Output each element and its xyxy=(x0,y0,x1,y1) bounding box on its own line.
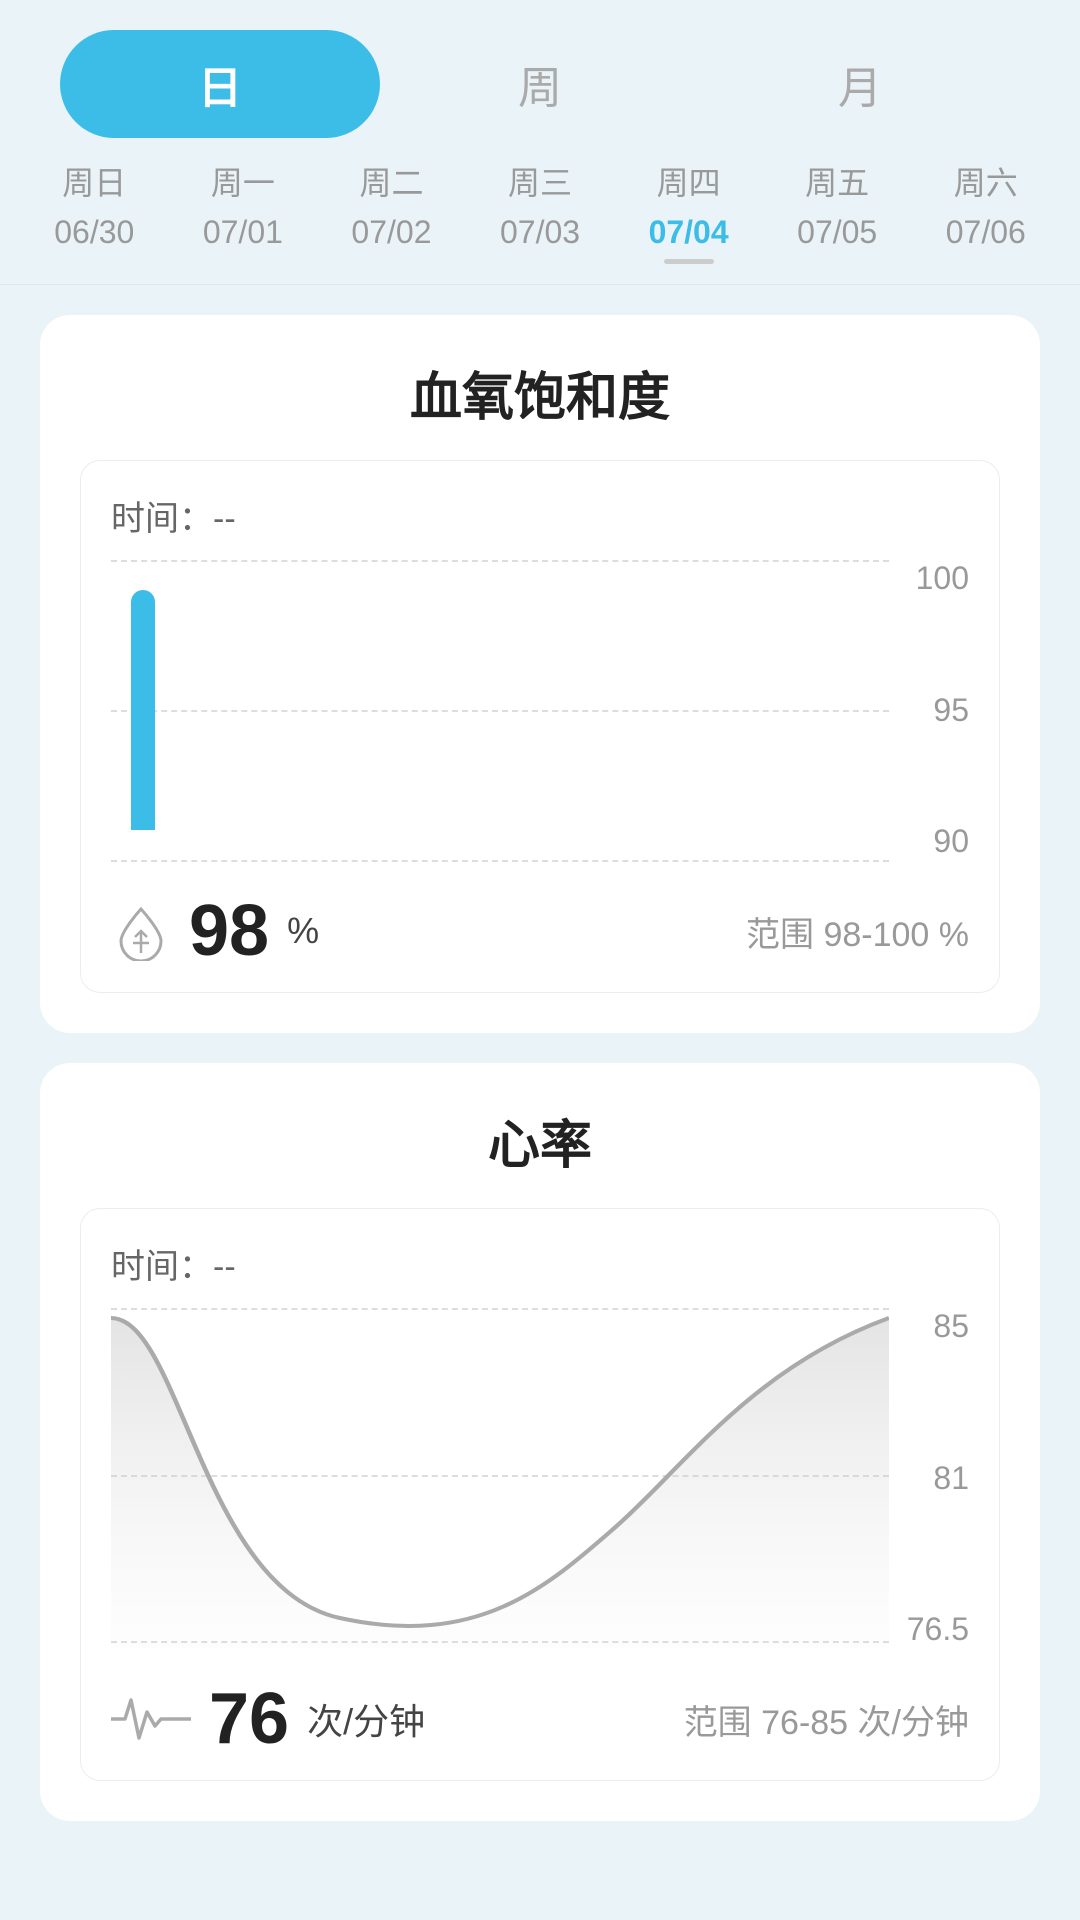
hr-y-765: 76.5 xyxy=(907,1611,969,1648)
hr-card: 心率 时间：-- xyxy=(40,1063,1040,1821)
date-0703[interactable]: 07/03 xyxy=(466,214,615,264)
spo2-y-90: 90 xyxy=(933,823,969,860)
hr-chart-inner xyxy=(111,1308,889,1648)
date-0704[interactable]: 07/04 xyxy=(614,214,763,264)
spo2-hline-100 xyxy=(111,560,889,562)
spo2-section: 血氧饱和度 时间：-- 100 95 90 xyxy=(20,315,1060,1033)
weekday-wed: 周三 xyxy=(466,158,615,204)
hr-y-85: 85 xyxy=(933,1308,969,1345)
spo2-y-100: 100 xyxy=(916,560,969,597)
spo2-icon xyxy=(111,901,171,961)
hr-y-labels: 85 81 76.5 xyxy=(899,1308,969,1648)
weekday-mon: 周一 xyxy=(169,158,318,204)
date-0706[interactable]: 07/06 xyxy=(911,214,1060,264)
spo2-chart-card: 时间：-- 100 95 90 xyxy=(80,460,1000,993)
hr-chart-area: 85 81 76.5 xyxy=(111,1308,969,1648)
spo2-footer-left: 98 % xyxy=(111,890,319,972)
spo2-value: 98 xyxy=(189,890,269,972)
weekday-tue: 周二 xyxy=(317,158,466,204)
date-0630[interactable]: 06/30 xyxy=(20,214,169,264)
hr-time-label: 时间：-- xyxy=(111,1239,969,1288)
week-header: 周日 周一 周二 周三 周四 周五 周六 xyxy=(0,148,1080,208)
date-0705[interactable]: 07/05 xyxy=(763,214,912,264)
spo2-hline-95 xyxy=(111,710,889,712)
hr-footer: 76 次/分钟 范围 76-85 次/分钟 xyxy=(111,1668,969,1760)
spo2-hline-90 xyxy=(111,860,889,862)
spo2-card: 血氧饱和度 时间：-- 100 95 90 xyxy=(40,315,1040,1033)
date-header: 06/30 07/01 07/02 07/03 07/04 07/05 07/0… xyxy=(0,208,1080,285)
weekday-fri: 周五 xyxy=(763,158,912,204)
hr-chart-card: 时间：-- xyxy=(80,1208,1000,1781)
weekday-thu: 周四 xyxy=(614,158,763,204)
weekday-sun: 周日 xyxy=(20,158,169,204)
spo2-y-labels: 100 95 90 xyxy=(899,560,969,860)
tab-bar: 日 周 月 xyxy=(0,0,1080,148)
spo2-unit: % xyxy=(287,910,319,952)
hr-icon xyxy=(111,1692,191,1746)
hr-y-81: 81 xyxy=(933,1460,969,1497)
weekday-sat: 周六 xyxy=(911,158,1060,204)
hr-title: 心率 xyxy=(80,1103,1000,1178)
spo2-chart-inner xyxy=(111,560,889,860)
tab-day[interactable]: 日 xyxy=(60,30,380,138)
date-0701[interactable]: 07/01 xyxy=(169,214,318,264)
spo2-chart-area: 100 95 90 xyxy=(111,560,969,860)
hr-section: 心率 时间：-- xyxy=(20,1063,1060,1821)
date-0702[interactable]: 07/02 xyxy=(317,214,466,264)
hr-unit: 次/分钟 xyxy=(307,1693,425,1745)
spo2-footer: 98 % 范围 98-100 % xyxy=(111,880,969,972)
spo2-title: 血氧饱和度 xyxy=(80,355,1000,430)
spo2-range: 范围 98-100 % xyxy=(746,907,969,956)
spo2-y-95: 95 xyxy=(933,692,969,729)
spo2-bar xyxy=(131,590,155,830)
hr-curve xyxy=(111,1308,889,1648)
tab-month[interactable]: 月 xyxy=(700,30,1020,138)
hr-value: 76 xyxy=(209,1678,289,1760)
spo2-time-label: 时间：-- xyxy=(111,491,969,540)
tab-week[interactable]: 周 xyxy=(380,30,700,138)
hr-footer-left: 76 次/分钟 xyxy=(111,1678,425,1760)
hr-range: 范围 76-85 次/分钟 xyxy=(684,1695,969,1744)
